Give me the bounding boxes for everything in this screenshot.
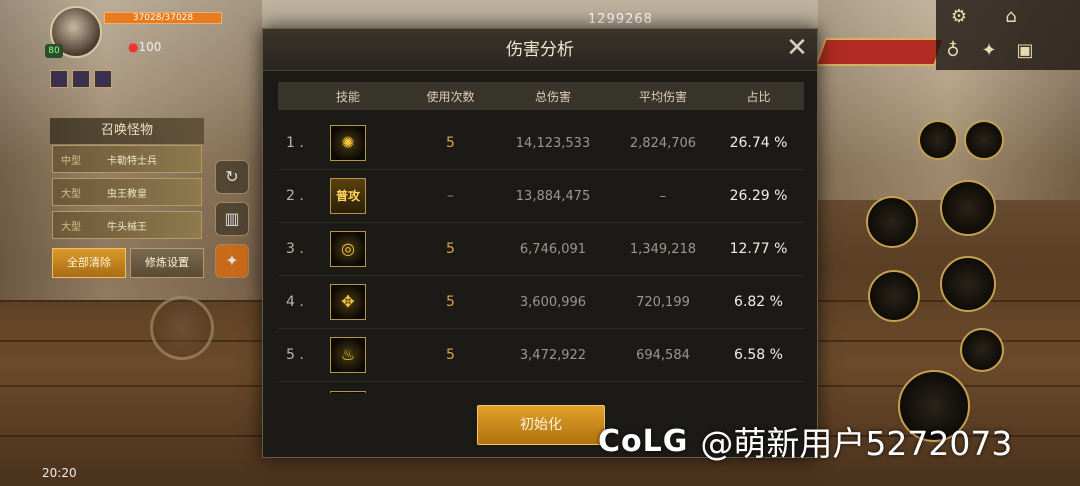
row-avg: 720,199 bbox=[636, 294, 690, 310]
colg-logo: CoLG bbox=[598, 423, 689, 459]
damage-analysis-dialog: 伤害分析 ✕ 技能 使用次数 总伤害 平均伤害 占比 1 . ✺ 5 14,12… bbox=[262, 28, 818, 458]
sparkle-icon[interactable]: ✦ bbox=[976, 38, 1002, 64]
row-pct: 26.74 % bbox=[729, 135, 788, 151]
skill-button[interactable] bbox=[918, 120, 958, 160]
row-count: 5 bbox=[446, 135, 455, 151]
row-total: 6,746,091 bbox=[519, 241, 587, 257]
row-rank: 5 . bbox=[286, 347, 304, 363]
damage-table[interactable]: 1 . ✺ 5 14,123,533 2,824,706 26.74 % 2 .… bbox=[278, 117, 804, 393]
row-count: 5 bbox=[446, 347, 455, 363]
table-row-partial bbox=[278, 382, 804, 393]
header-pct: 占比 bbox=[746, 89, 771, 104]
table-row: 5 . ♨ 5 3,472,922 694,584 6.58 % bbox=[278, 329, 804, 382]
row-rank: 3 . bbox=[286, 241, 304, 257]
player-level-badge: 80 bbox=[45, 44, 63, 58]
mp-value: 100 bbox=[138, 40, 162, 54]
home-icon[interactable]: ⌂ bbox=[998, 4, 1024, 30]
table-row: 3 . ◎ 5 6,746,091 1,349,218 12.77 % bbox=[278, 223, 804, 276]
buff-icon[interactable] bbox=[94, 70, 112, 88]
refresh-icon[interactable]: ↻ bbox=[215, 160, 249, 194]
watermark: CoLG @萌新用户5272073 bbox=[598, 418, 1012, 464]
row-rank: 2 . bbox=[286, 188, 304, 204]
row-pct: 26.29 % bbox=[729, 188, 788, 204]
reset-button[interactable]: 初始化 bbox=[477, 405, 605, 445]
table-row: 1 . ✺ 5 14,123,533 2,824,706 26.74 % bbox=[278, 117, 804, 170]
whirlwind-skill-icon: ◎ bbox=[330, 231, 366, 267]
row-total: 3,600,996 bbox=[519, 294, 587, 310]
monster-size: 大型 bbox=[61, 221, 81, 233]
row-total: 14,123,533 bbox=[515, 135, 591, 151]
row-pct: 6.58 % bbox=[734, 347, 783, 363]
clear-all-button[interactable]: 全部清除 bbox=[52, 248, 126, 278]
row-pct: 12.77 % bbox=[729, 241, 788, 257]
row-rank: 4 . bbox=[286, 294, 304, 310]
summon-monster-row[interactable]: 大型 牛头械王 bbox=[52, 211, 202, 239]
training-settings-button[interactable]: 修炼设置 bbox=[130, 248, 204, 278]
monster-name: 牛头械王 bbox=[107, 221, 147, 233]
monster-size: 大型 bbox=[61, 188, 81, 200]
summon-panel-title: 召唤怪物 bbox=[50, 118, 204, 144]
summon-monster-row[interactable]: 大型 虫王教皇 bbox=[52, 178, 202, 206]
skill-button[interactable] bbox=[940, 180, 996, 236]
monster-size: 中型 bbox=[61, 155, 81, 167]
mp-readout: ●100 bbox=[128, 40, 161, 54]
row-avg: 1,349,218 bbox=[629, 241, 697, 257]
hp-bar: 37028/37028 bbox=[104, 12, 222, 24]
buff-icon[interactable] bbox=[50, 70, 68, 88]
skill-button[interactable] bbox=[960, 328, 1004, 372]
vitruvian-skill-icon: ✺ bbox=[330, 125, 366, 161]
skill-button[interactable] bbox=[868, 270, 920, 322]
skill-button[interactable] bbox=[866, 196, 918, 248]
row-count: 5 bbox=[446, 294, 455, 310]
header-total: 总伤害 bbox=[534, 89, 571, 104]
top-right-menu: ⚙ ⌂ ♁ ✦ ▣ bbox=[936, 0, 1080, 70]
dojo-red-mat bbox=[814, 38, 946, 66]
row-total: 13,884,475 bbox=[515, 188, 591, 204]
mp-icon: ● bbox=[128, 40, 139, 54]
chest-icon[interactable]: ▣ bbox=[1012, 38, 1038, 64]
basic-attack-icon: 普攻 bbox=[330, 178, 366, 214]
row-avg: 2,824,706 bbox=[629, 135, 697, 151]
table-header: 技能 使用次数 总伤害 平均伤害 占比 bbox=[278, 82, 804, 110]
cross-light-skill-icon: ✥ bbox=[330, 284, 366, 320]
buff-icons bbox=[50, 70, 112, 88]
row-total: 3,472,922 bbox=[519, 347, 587, 363]
skill-button[interactable] bbox=[964, 120, 1004, 160]
row-count: 5 bbox=[446, 241, 455, 257]
dialog-title: 伤害分析 bbox=[506, 40, 574, 60]
header-count: 使用次数 bbox=[426, 89, 475, 104]
header-avg: 平均伤害 bbox=[638, 89, 687, 104]
monster-name: 卡勒特士兵 bbox=[107, 155, 157, 167]
buff-icon[interactable] bbox=[72, 70, 90, 88]
table-row: 2 . 普攻 – 13,884,475 – 26.29 % bbox=[278, 170, 804, 223]
close-icon[interactable]: ✕ bbox=[785, 35, 809, 61]
row-avg: – bbox=[659, 188, 667, 204]
partial-skill-icon bbox=[330, 390, 366, 393]
row-rank: 1 . bbox=[286, 135, 304, 151]
gold-amount: 1299268 bbox=[588, 12, 653, 27]
summon-monster-row[interactable]: 中型 卡勒特士兵 bbox=[52, 145, 202, 173]
watermark-user: @萌新用户5272073 bbox=[700, 424, 1013, 463]
table-row: 4 . ✥ 5 3,600,996 720,199 6.82 % bbox=[278, 276, 804, 329]
row-avg: 694,584 bbox=[636, 347, 690, 363]
bag-icon[interactable]: ♁ bbox=[940, 38, 966, 64]
skill-button[interactable] bbox=[940, 256, 996, 312]
settings-gear-icon[interactable]: ⚙ bbox=[946, 4, 972, 30]
header-skill: 技能 bbox=[335, 89, 360, 104]
row-pct: 6.82 % bbox=[734, 294, 783, 310]
row-count: – bbox=[447, 188, 454, 204]
virtual-joystick[interactable] bbox=[150, 296, 214, 360]
flame-skill-icon: ♨ bbox=[330, 337, 366, 373]
bar-chart-icon[interactable]: ▥ bbox=[215, 202, 249, 236]
monster-name: 虫王教皇 bbox=[107, 188, 147, 200]
timer: 20:20 bbox=[42, 466, 77, 480]
star-skill-icon[interactable]: ✦ bbox=[215, 244, 249, 278]
